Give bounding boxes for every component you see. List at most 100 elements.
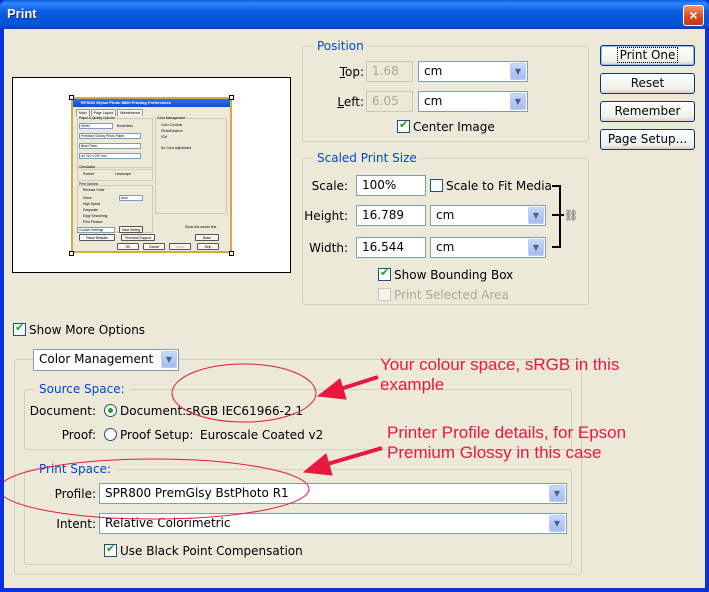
chevron-down-icon: ▼: [510, 93, 526, 110]
thumbnail-text: Color Controls: [161, 123, 183, 127]
scale-input[interactable]: 100%: [356, 175, 426, 196]
print-selected-area-label: Print Selected Area: [394, 288, 509, 302]
thumbnail-select: A4 210 x 297 mm: [79, 153, 141, 159]
annotation-colour-space-line1: Your colour space, sRGB in this: [380, 355, 620, 374]
intent-select[interactable]: Relative Colorimetric ▼: [99, 513, 567, 534]
height-input[interactable]: 16.789: [356, 205, 426, 226]
thumbnail-button: Technical Support: [121, 234, 155, 241]
thumbnail-button: Cancel: [143, 243, 165, 250]
preview-image: EPSON Stylus Photo 8800 Printing Prefere…: [71, 97, 232, 253]
thumbnail-text: Grayscale: [83, 208, 98, 212]
document-radio[interactable]: [104, 404, 117, 417]
show-bounding-box-label: Show Bounding Box: [394, 268, 514, 282]
black-point-compensation-checkbox[interactable]: [104, 542, 117, 557]
chain-link-icon[interactable]: ⛓: [564, 209, 578, 222]
center-image-checkbox[interactable]: [397, 118, 410, 133]
print-one-button[interactable]: Print One: [600, 45, 695, 66]
intent-label: Intent:: [56, 517, 96, 531]
proof-setup-radio-label: Proof Setup:: [120, 428, 194, 442]
height-unit-select[interactable]: cm ▼: [430, 205, 546, 226]
thumbnail-tab: Maintenance: [117, 109, 144, 116]
position-legend: Position: [313, 39, 368, 53]
title-bar: Print ×: [0, 0, 709, 29]
thumbnail-text: Landscape: [115, 172, 132, 176]
black-point-compensation-label: Use Black Point Compensation: [120, 544, 303, 558]
options-section-select[interactable]: Color Management ▼: [33, 349, 179, 371]
thumbnail-button: Save Setting: [119, 226, 143, 233]
thumbnail-text: ICM: [161, 135, 168, 139]
thumbnail-text: Borderless: [117, 124, 133, 128]
scaled-print-size-legend: Scaled Print Size: [313, 151, 421, 165]
thumbnail-button: Apply: [169, 243, 191, 250]
show-more-options-checkbox[interactable]: [13, 321, 26, 336]
top-unit-select[interactable]: cm ▼: [418, 61, 528, 82]
left-input[interactable]: 6.05: [366, 91, 413, 112]
scale-label: Scale:: [311, 179, 348, 193]
thumbnail-text: Edge Smoothing: [83, 214, 108, 218]
thumbnail-select: Premium Glossy Photo Paper: [79, 133, 141, 139]
thumbnail-select: Best Photo: [79, 143, 141, 149]
proof-label: Proof:: [61, 428, 96, 442]
page-setup-button[interactable]: Page Setup...: [600, 129, 695, 150]
thumbnail-title: EPSON Stylus Photo 8800 Printing Prefere…: [73, 99, 230, 107]
document-label: Document:: [29, 404, 96, 418]
thumbnail-text: Orientation: [79, 165, 96, 169]
chevron-down-icon: ▼: [528, 239, 544, 256]
bounding-box-handle[interactable]: [229, 251, 234, 256]
close-button[interactable]: ×: [683, 5, 704, 26]
thumbnail-text: Show this screen first: [185, 225, 217, 229]
document-radio-label: Document:: [120, 404, 187, 418]
bounding-box-handle[interactable]: [69, 95, 74, 100]
show-more-options-label: Show More Options: [29, 323, 146, 337]
thumbnail-tab: Main: [76, 109, 90, 116]
proof-profile: Euroscale Coated v2: [200, 428, 324, 442]
bounding-box-handle[interactable]: [69, 251, 74, 256]
print-preview[interactable]: EPSON Stylus Photo 8800 Printing Prefere…: [12, 77, 291, 273]
height-label: Height:: [304, 209, 348, 223]
center-image-label: Center Image: [413, 120, 495, 134]
thumbnail-text: No Color Adjustment: [161, 146, 192, 150]
print-selected-area-checkbox[interactable]: [378, 288, 391, 301]
bounding-box-handle[interactable]: [229, 95, 234, 100]
remember-button[interactable]: Remember: [600, 101, 695, 122]
left-unit-select[interactable]: cm ▼: [418, 91, 528, 112]
top-input[interactable]: 1.68: [366, 61, 413, 82]
thumbnail-tab: Page Layout: [90, 109, 117, 116]
chevron-down-icon: ▼: [510, 63, 526, 80]
chevron-down-icon: ▼: [161, 351, 177, 368]
thumbnail-button: Basic: [195, 234, 219, 241]
window-title: Print: [7, 6, 37, 21]
thumbnail-text: Color Management: [157, 116, 186, 120]
chevron-down-icon: ▼: [549, 485, 565, 502]
chevron-down-icon: ▼: [528, 207, 544, 224]
show-bounding-box-checkbox[interactable]: [378, 266, 391, 281]
profile-select[interactable]: SPR800 PremGlsy BstPhoto R1 ▼: [99, 483, 567, 504]
profile-label: Profile:: [54, 487, 96, 501]
thumbnail-text: Print Preview: [83, 220, 103, 224]
thumbnail-text: High Speed: [83, 202, 101, 206]
scale-to-fit-checkbox[interactable]: [430, 179, 443, 192]
width-label: Width:: [309, 241, 348, 255]
thumbnail-text: Paper & Quality Options: [79, 116, 115, 120]
thumbnail-button: Help: [197, 243, 219, 250]
scale-to-fit-label: Scale to Fit Media: [446, 179, 552, 193]
annotation-colour-space-line2: example: [380, 375, 445, 394]
reset-button[interactable]: Reset: [600, 73, 695, 94]
width-input[interactable]: 16.544: [356, 237, 426, 258]
left-label: Left:: [337, 95, 364, 109]
thumbnail-select: Custom Settings: [77, 227, 115, 233]
annotation-printer-profile-line1: Printer Profile details, for Epson: [387, 423, 627, 442]
thumbnail-button: Reset Defaults: [79, 234, 115, 241]
annotation-printer-profile-line2: Premium Glossy in this case: [387, 443, 602, 462]
thumbnail-text: Portrait: [83, 172, 94, 176]
top-label: Top:: [339, 65, 364, 79]
print-dialog: EPSON Stylus Photo 8800 Printing Prefere…: [4, 29, 705, 588]
width-unit-select[interactable]: cm ▼: [430, 237, 546, 258]
source-space-legend: Source Space:: [35, 382, 129, 396]
thumbnail-select: Sheet: [79, 123, 113, 129]
thumbnail-text: Reverse Order: [83, 188, 105, 192]
thumbnail-text: Print Options: [79, 182, 99, 186]
thumbnail-text: PhotoEnhance: [161, 129, 183, 133]
proof-setup-radio[interactable]: [104, 428, 117, 441]
thumbnail-text: Gloss: [83, 196, 92, 200]
